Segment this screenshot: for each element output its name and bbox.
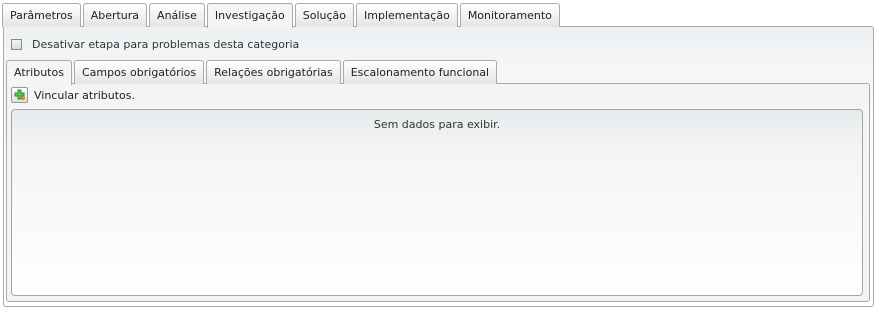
tab-campos-obrigatorios[interactable]: Campos obrigatórios xyxy=(73,60,205,84)
link-attributes-button[interactable] xyxy=(11,87,28,103)
tab-relacoes-obrigatorias[interactable]: Relações obrigatórias xyxy=(206,60,341,84)
tab-atributos[interactable]: Atributos xyxy=(6,60,72,85)
tab-solucao[interactable]: Solução xyxy=(294,3,355,27)
attributes-panel: Vincular atributos. Sem dados para exibi… xyxy=(6,83,870,302)
disable-step-label: Desativar etapa para problemas desta cat… xyxy=(32,38,300,51)
tab-parametros[interactable]: Parâmetros xyxy=(2,3,81,27)
attributes-toolbar: Vincular atributos. xyxy=(11,87,135,103)
tab-monitoramento[interactable]: Monitoramento xyxy=(459,3,560,27)
attributes-grid[interactable]: Sem dados para exibir. xyxy=(11,109,863,296)
disable-step-checkbox[interactable] xyxy=(11,39,22,50)
empty-grid-message: Sem dados para exibir. xyxy=(373,118,501,131)
tab-implementacao[interactable]: Implementação xyxy=(356,3,458,27)
disable-step-row: Desativar etapa para problemas desta cat… xyxy=(11,38,299,51)
investigation-panel: Desativar etapa para problemas desta cat… xyxy=(3,26,874,307)
add-link-icon xyxy=(14,89,25,100)
top-tab-bar: Parâmetros Abertura Análise Investigação… xyxy=(2,3,562,28)
inner-tab-bar: Atributos Campos obrigatórios Relações o… xyxy=(6,60,499,85)
link-attributes-label[interactable]: Vincular atributos. xyxy=(34,89,135,102)
tab-escalonamento-funcional[interactable]: Escalonamento funcional xyxy=(342,60,498,84)
tab-investigacao[interactable]: Investigação xyxy=(206,3,293,28)
tab-analise[interactable]: Análise xyxy=(149,3,205,27)
tab-abertura[interactable]: Abertura xyxy=(82,3,148,27)
